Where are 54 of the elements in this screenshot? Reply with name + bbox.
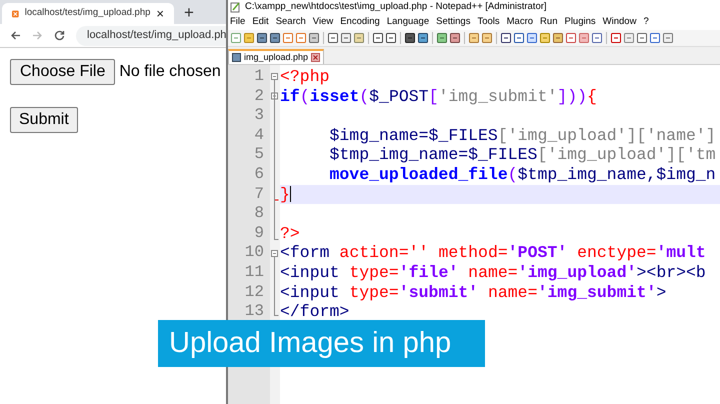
code-line: move_uploaded_file($tmp_img_name,$img_n: [328, 164, 716, 185]
line-number: 3: [253, 106, 265, 126]
code-line: <input type='file' name='img_upload'><br><b: [280, 262, 706, 283]
back-icon[interactable]: [10, 30, 21, 41]
submit-button[interactable]: Submit: [10, 107, 78, 133]
menu-item[interactable]: Macro: [506, 15, 534, 30]
line-number: 5: [253, 145, 265, 165]
address-text: localhost/test/img_upload.ph: [87, 28, 226, 44]
menu-item[interactable]: Plugins: [564, 15, 596, 30]
menu-item[interactable]: Tools: [477, 15, 500, 30]
menu-item[interactable]: Edit: [252, 15, 269, 30]
line-number: 7: [253, 184, 265, 204]
browser-tab[interactable]: localhost/test/img_upload.php ×: [2, 3, 174, 24]
menu-item[interactable]: Language: [386, 15, 430, 30]
favicon-icon: [12, 8, 19, 20]
line-number: 13: [244, 302, 265, 322]
code-line: </form>: [280, 302, 350, 322]
window-title: C:\xampp_new\htdocs\test\img_upload.php - Notepad++ [Administrator]: [245, 0, 547, 14]
address-bar[interactable]: localhost/test/img_upload.ph: [76, 26, 226, 46]
choose-file-button[interactable]: Choose File: [10, 59, 116, 85]
code-line: <input type='submit' name='img_submit'>: [280, 282, 666, 302]
code-line: if(isset($_POST['img_submit'])){: [280, 86, 597, 106]
line-number: 1: [253, 67, 265, 87]
line-number: 11: [244, 262, 265, 283]
menu-item[interactable]: Settings: [436, 15, 470, 30]
line-number: 10: [244, 243, 265, 263]
menu-item[interactable]: File: [230, 15, 246, 30]
menu-item[interactable]: Search: [276, 15, 306, 30]
line-number: 8: [253, 204, 265, 224]
code-line: $tmp_img_name=$_FILES['img_upload']['tm: [328, 145, 716, 165]
close-tab-icon[interactable]: [311, 53, 320, 62]
code-line: <form action='' method='POST' enctype='mult: [280, 243, 706, 263]
menu-item[interactable]: ?: [643, 15, 649, 30]
line-number: 12: [244, 282, 265, 302]
menu-item[interactable]: Encoding: [340, 15, 380, 30]
line-number: 6: [253, 164, 265, 185]
file-tab[interactable]: img_upload.php: [228, 49, 324, 64]
file-status-text: No file chosen: [119, 62, 221, 82]
code-line: <?php: [280, 67, 330, 87]
menu-item[interactable]: Run: [540, 15, 558, 30]
code-line: }: [280, 184, 290, 204]
line-number: 4: [253, 126, 265, 146]
code-line: ?>: [280, 224, 300, 244]
line-number: 2: [253, 86, 265, 106]
line-number: 9: [253, 224, 265, 244]
close-tab-button[interactable]: ×: [156, 7, 164, 20]
reload-icon[interactable]: [54, 30, 65, 41]
menu-item[interactable]: Window: [602, 15, 636, 30]
text-cursor: [290, 186, 291, 202]
code-line: $img_name=$_FILES['img_upload']['name']: [328, 126, 716, 146]
menu-item[interactable]: View: [312, 15, 334, 30]
tab-title: localhost/test/img_upload.php: [24, 6, 150, 20]
caption-banner: Upload Images in php: [158, 320, 485, 367]
new-tab-button[interactable]: +: [184, 4, 194, 21]
